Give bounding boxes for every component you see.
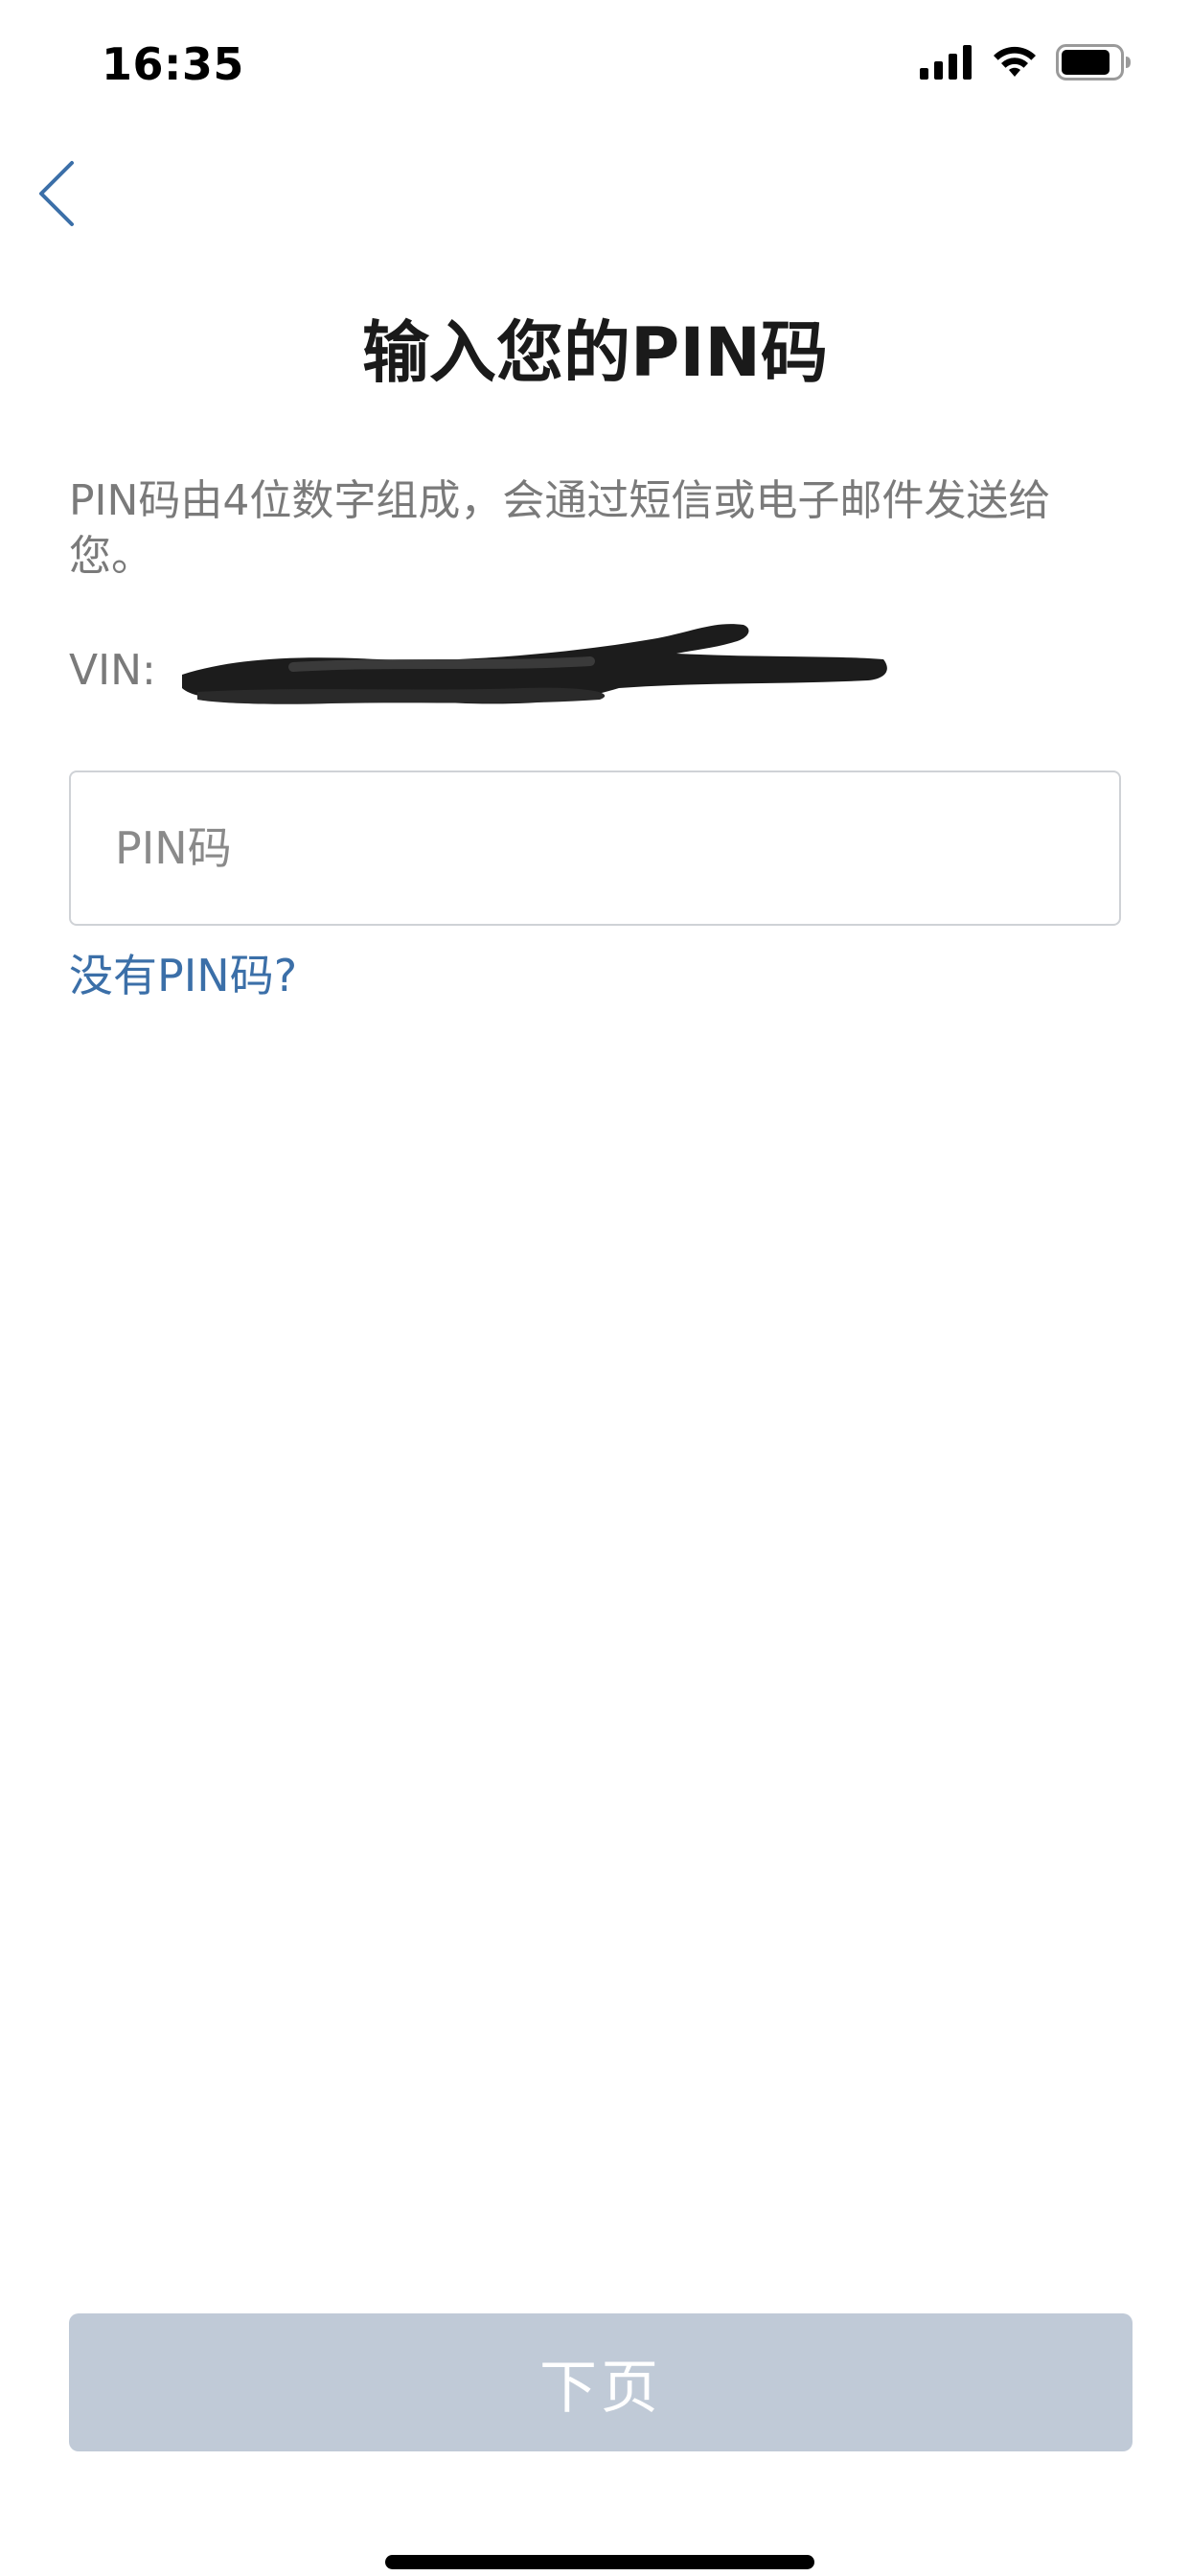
vin-redaction-scribble [178, 600, 887, 724]
pin-input[interactable] [115, 772, 1073, 924]
page-title: 输入您的PIN码 [362, 313, 828, 392]
status-bar: 16:35 [0, 0, 1190, 126]
chevron-left-icon [35, 159, 78, 232]
wifi-icon [991, 44, 1039, 84]
pin-description: PIN码由4位数字组成，会通过短信或电子邮件发送给您。 [69, 476, 1051, 581]
status-icons [920, 44, 1133, 84]
back-button[interactable] [23, 155, 90, 236]
vin-row: VIN: [69, 624, 887, 704]
next-page-button[interactable]: 下页 [69, 2313, 1133, 2451]
status-time: 16:35 [102, 38, 244, 90]
no-pin-link[interactable]: 没有PIN码? [69, 941, 297, 1004]
pin-field-container [69, 770, 1121, 926]
battery-icon [1056, 44, 1133, 84]
cellular-signal-icon [920, 45, 973, 83]
vin-label: VIN: [69, 646, 156, 695]
home-indicator[interactable] [385, 2555, 814, 2569]
